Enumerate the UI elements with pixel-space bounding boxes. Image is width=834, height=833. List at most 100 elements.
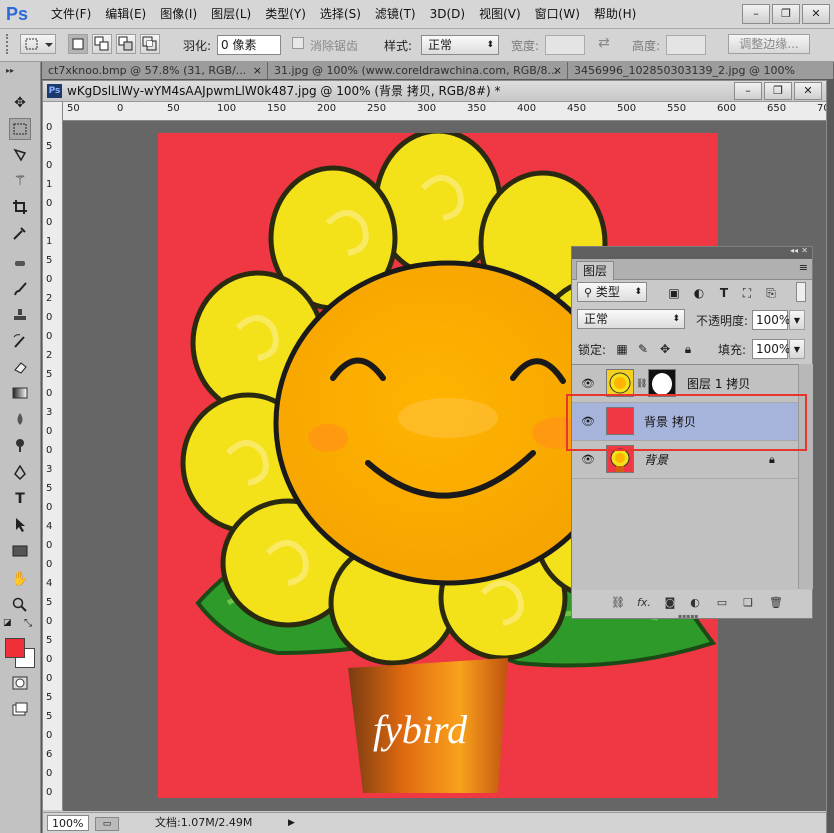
menu-item-8[interactable]: 视图(V) (472, 0, 528, 28)
rectangular-marquee-tool-icon[interactable] (9, 118, 31, 140)
status-menu-icon[interactable]: ▭ (95, 817, 119, 831)
pen-tool-icon[interactable] (9, 462, 31, 484)
opacity-input[interactable]: 100% (752, 310, 790, 330)
fill-dropdown-icon[interactable]: ▼ (789, 339, 805, 359)
doc-tab-2[interactable]: 31.jpg @ 100% (www.coreldrawchina.com, R… (268, 62, 568, 79)
status-arrow-icon[interactable]: ▶ (288, 813, 295, 833)
subtract-selection-button[interactable] (116, 34, 136, 54)
fx-icon[interactable]: fx. (636, 595, 652, 611)
crop-tool-icon[interactable] (9, 196, 31, 218)
move-tool-icon[interactable]: ✥ (9, 92, 31, 114)
document-title-bar[interactable]: Ps wKgDslLlWy-wYM4sAAJpwmLlW0k487.jpg @ … (43, 81, 826, 102)
menu-item-2[interactable]: 图像(I) (153, 0, 204, 28)
menu-item-1[interactable]: 编辑(E) (98, 0, 153, 28)
link-layers-icon[interactable]: ⛓ (610, 595, 626, 611)
filter-toggle[interactable] (796, 282, 806, 302)
new-group-icon[interactable]: ▭ (714, 595, 730, 611)
refine-edge-button[interactable]: 调整边缘... (728, 34, 810, 54)
swap-arrows-icon[interactable]: ⇄ (598, 35, 610, 51)
type-filter-icon[interactable]: T (717, 286, 731, 300)
lock-pixels-icon[interactable]: ✎ (636, 342, 650, 356)
minimize-button[interactable]: – (742, 4, 770, 24)
lasso-tool-icon[interactable] (9, 144, 31, 166)
add-mask-icon[interactable]: ◙ (662, 595, 678, 611)
doc-tab-3[interactable]: 3456996_102850303139_2.jpg @ 100% (568, 62, 834, 79)
eraser-tool-icon[interactable] (9, 356, 31, 378)
antialias-checkbox[interactable] (292, 37, 304, 49)
zoom-field[interactable]: 100% (47, 815, 89, 831)
foreground-color-swatch[interactable] (5, 638, 25, 658)
clone-stamp-tool-icon[interactable] (9, 304, 31, 326)
lock-position-icon[interactable]: ✥ (658, 342, 672, 356)
history-brush-tool-icon[interactable] (9, 330, 31, 352)
new-layer-icon[interactable]: ❏ (740, 595, 756, 611)
horizontal-ruler[interactable]: 1005005010015020025030035040045050055060… (63, 102, 826, 121)
blend-mode-select[interactable]: 正常 ⬍ (577, 309, 685, 329)
style-select[interactable]: 正常 ⬍ (421, 35, 499, 55)
rectangle-tool-icon[interactable] (9, 540, 31, 562)
quick-mask-icon[interactable] (9, 672, 31, 694)
doc-tab-1[interactable]: ct7xknoo.bmp @ 57.8% (31, RGB/... × (42, 62, 268, 79)
vertical-ruler[interactable]: 0 5 0 1 0 0 1 5 0 2 0 0 2 5 0 3 0 0 3 5 0 4 0 0 4 5 0 5 0 0 5 5 0 6 0 0 (43, 120, 63, 810)
feather-input[interactable]: 0 像素 (217, 35, 281, 55)
screen-mode-icon[interactable] (9, 698, 31, 720)
close-tab-icon[interactable]: × (553, 62, 562, 79)
restore-button[interactable]: ❐ (772, 4, 800, 24)
shape-filter-icon[interactable]: ⛶ (740, 286, 754, 300)
menu-item-7[interactable]: 3D(D) (423, 0, 472, 28)
close-button[interactable]: ✕ (802, 4, 830, 24)
smart-object-filter-icon[interactable]: ⎘ (764, 286, 778, 300)
tool-preset-picker[interactable] (20, 34, 56, 54)
menu-item-6[interactable]: 滤镜(T) (368, 0, 423, 28)
collapse-arrows-icon[interactable]: ▸▸ (6, 66, 14, 75)
menu-item-5[interactable]: 选择(S) (313, 0, 368, 28)
magic-wand-tool-icon[interactable]: ⚚ (9, 170, 31, 192)
pixel-filter-icon[interactable]: ▣ (667, 286, 681, 300)
default-colors-icon[interactable]: ◪ (3, 618, 12, 628)
trash-icon[interactable]: 🗑︎ (768, 595, 784, 611)
resize-grip-icon[interactable]: ▪▪▪▪▪ (678, 613, 698, 620)
close-panel-icon[interactable]: ✕ (801, 246, 808, 255)
panel-menu-icon[interactable]: ≡ (799, 261, 808, 274)
adjustment-filter-icon[interactable]: ◐ (692, 286, 706, 300)
ruler-origin[interactable] (43, 102, 63, 121)
eyedropper-tool-icon[interactable] (9, 222, 31, 244)
width-input[interactable] (545, 35, 585, 55)
spot-healing-tool-icon[interactable] (9, 252, 31, 274)
swap-colors-icon[interactable]: ⤡ (24, 618, 32, 629)
zoom-tool-icon[interactable] (9, 594, 31, 616)
menu-item-10[interactable]: 帮助(H) (587, 0, 643, 28)
intersect-selection-button[interactable] (140, 34, 160, 54)
filter-kind-select[interactable]: ⚲ 类型 ⬍ (577, 282, 647, 302)
gradient-tool-icon[interactable] (9, 382, 31, 404)
dodge-tool-icon[interactable] (9, 434, 31, 456)
type-tool-icon[interactable]: T (9, 488, 31, 510)
opacity-dropdown-icon[interactable]: ▼ (789, 310, 805, 330)
menu-item-9[interactable]: 窗口(W) (528, 0, 587, 28)
lock-transparent-icon[interactable]: ▦ (615, 342, 629, 356)
hand-tool-icon[interactable]: ✋ (9, 568, 31, 590)
doc-restore-button[interactable]: ❐ (764, 82, 792, 100)
doc-minimize-button[interactable]: – (734, 82, 762, 100)
chain-icon[interactable]: ⛓ (636, 379, 647, 389)
doc-close-button[interactable]: ✕ (794, 82, 822, 100)
blur-tool-icon[interactable] (9, 408, 31, 430)
lock-all-icon[interactable]: 🔒︎ (681, 342, 695, 356)
add-selection-button[interactable] (92, 34, 112, 54)
fill-input[interactable]: 100% (752, 339, 790, 359)
layer-mask-thumbnail[interactable] (648, 369, 676, 397)
menu-item-4[interactable]: 类型(Y) (258, 0, 313, 28)
path-selection-tool-icon[interactable] (9, 514, 31, 536)
new-selection-button[interactable] (68, 34, 88, 54)
menu-item-0[interactable]: 文件(F) (44, 0, 98, 28)
tab-layers[interactable]: 图层 (576, 261, 615, 280)
adjustment-layer-icon[interactable]: ◐ (687, 595, 703, 611)
close-tab-icon[interactable]: × (253, 62, 262, 79)
collapse-panel-icon[interactable]: ◂◂ (790, 246, 798, 255)
height-input[interactable] (666, 35, 706, 55)
brush-tool-icon[interactable] (9, 278, 31, 300)
eye-icon[interactable]: 👁︎ (581, 453, 595, 467)
menu-item-3[interactable]: 图层(L) (204, 0, 258, 28)
eye-icon[interactable]: 👁︎ (581, 377, 595, 391)
panel-header[interactable]: ◂◂ ✕ (572, 246, 812, 259)
